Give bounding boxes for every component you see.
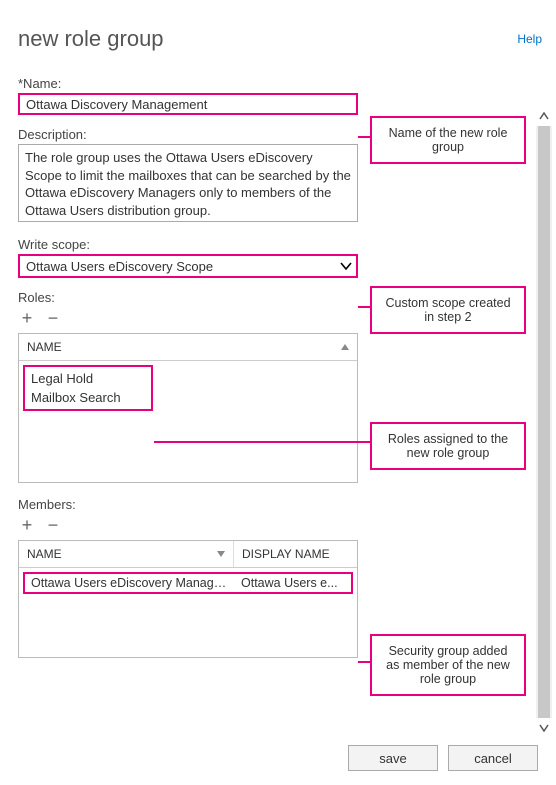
roles-header-name[interactable]: NAME (19, 334, 357, 360)
roles-highlight-box: Legal Hold Mailbox Search (23, 365, 153, 411)
help-link[interactable]: Help (517, 32, 542, 46)
scroll-down-button[interactable] (536, 720, 552, 736)
roles-header-name-text: NAME (27, 340, 62, 354)
members-row-name: Ottawa Users eDiscovery Managers (25, 574, 235, 592)
callout-connector (154, 441, 370, 443)
callout-connector (358, 136, 370, 138)
plus-icon: + (22, 309, 33, 327)
members-header-display[interactable]: DISPLAY NAME (234, 541, 357, 567)
members-row-display: Ottawa Users e... (235, 574, 351, 592)
members-header-name-text: NAME (27, 547, 62, 561)
minus-icon: − (48, 516, 59, 534)
page-title: new role group (18, 26, 556, 52)
roles-remove-button[interactable]: − (44, 309, 62, 327)
write-scope-select[interactable]: Ottawa Users eDiscovery Scope (18, 254, 358, 278)
sort-asc-icon (341, 344, 349, 350)
roles-row[interactable]: Legal Hold (29, 369, 147, 388)
callout-members: Security group added as member of the ne… (370, 634, 526, 696)
roles-grid: NAME Legal Hold Mailbox Search (18, 333, 358, 483)
members-header-name[interactable]: NAME (19, 541, 234, 567)
scroll-up-button[interactable] (536, 108, 552, 124)
members-grid: NAME DISPLAY NAME Ottawa Users eDiscover… (18, 540, 358, 658)
cancel-button[interactable]: cancel (448, 745, 538, 771)
plus-icon: + (22, 516, 33, 534)
name-input[interactable] (18, 93, 358, 115)
members-header-display-text: DISPLAY NAME (242, 547, 330, 561)
callout-connector (358, 661, 370, 663)
scrollbar[interactable] (536, 126, 552, 718)
roles-add-button[interactable]: + (18, 309, 36, 327)
members-row[interactable]: Ottawa Users eDiscovery Managers Ottawa … (23, 572, 353, 594)
save-button[interactable]: save (348, 745, 438, 771)
callout-name: Name of the new role group (370, 116, 526, 164)
callout-roles: Roles assigned to the new role group (370, 422, 526, 470)
description-textarea[interactable] (18, 144, 358, 222)
members-remove-button[interactable]: − (44, 516, 62, 534)
chevron-down-icon (217, 551, 225, 557)
write-scope-label: Write scope: (18, 237, 490, 252)
write-scope-value: Ottawa Users eDiscovery Scope (20, 259, 336, 274)
name-label: *Name: (18, 76, 490, 91)
members-label: Members: (18, 497, 490, 512)
callout-scope: Custom scope created in step 2 (370, 286, 526, 334)
roles-row[interactable]: Mailbox Search (29, 388, 147, 407)
members-add-button[interactable]: + (18, 516, 36, 534)
scroll-thumb[interactable] (538, 126, 550, 718)
minus-icon: − (48, 309, 59, 327)
callout-connector (358, 306, 370, 308)
chevron-down-icon (336, 256, 356, 276)
